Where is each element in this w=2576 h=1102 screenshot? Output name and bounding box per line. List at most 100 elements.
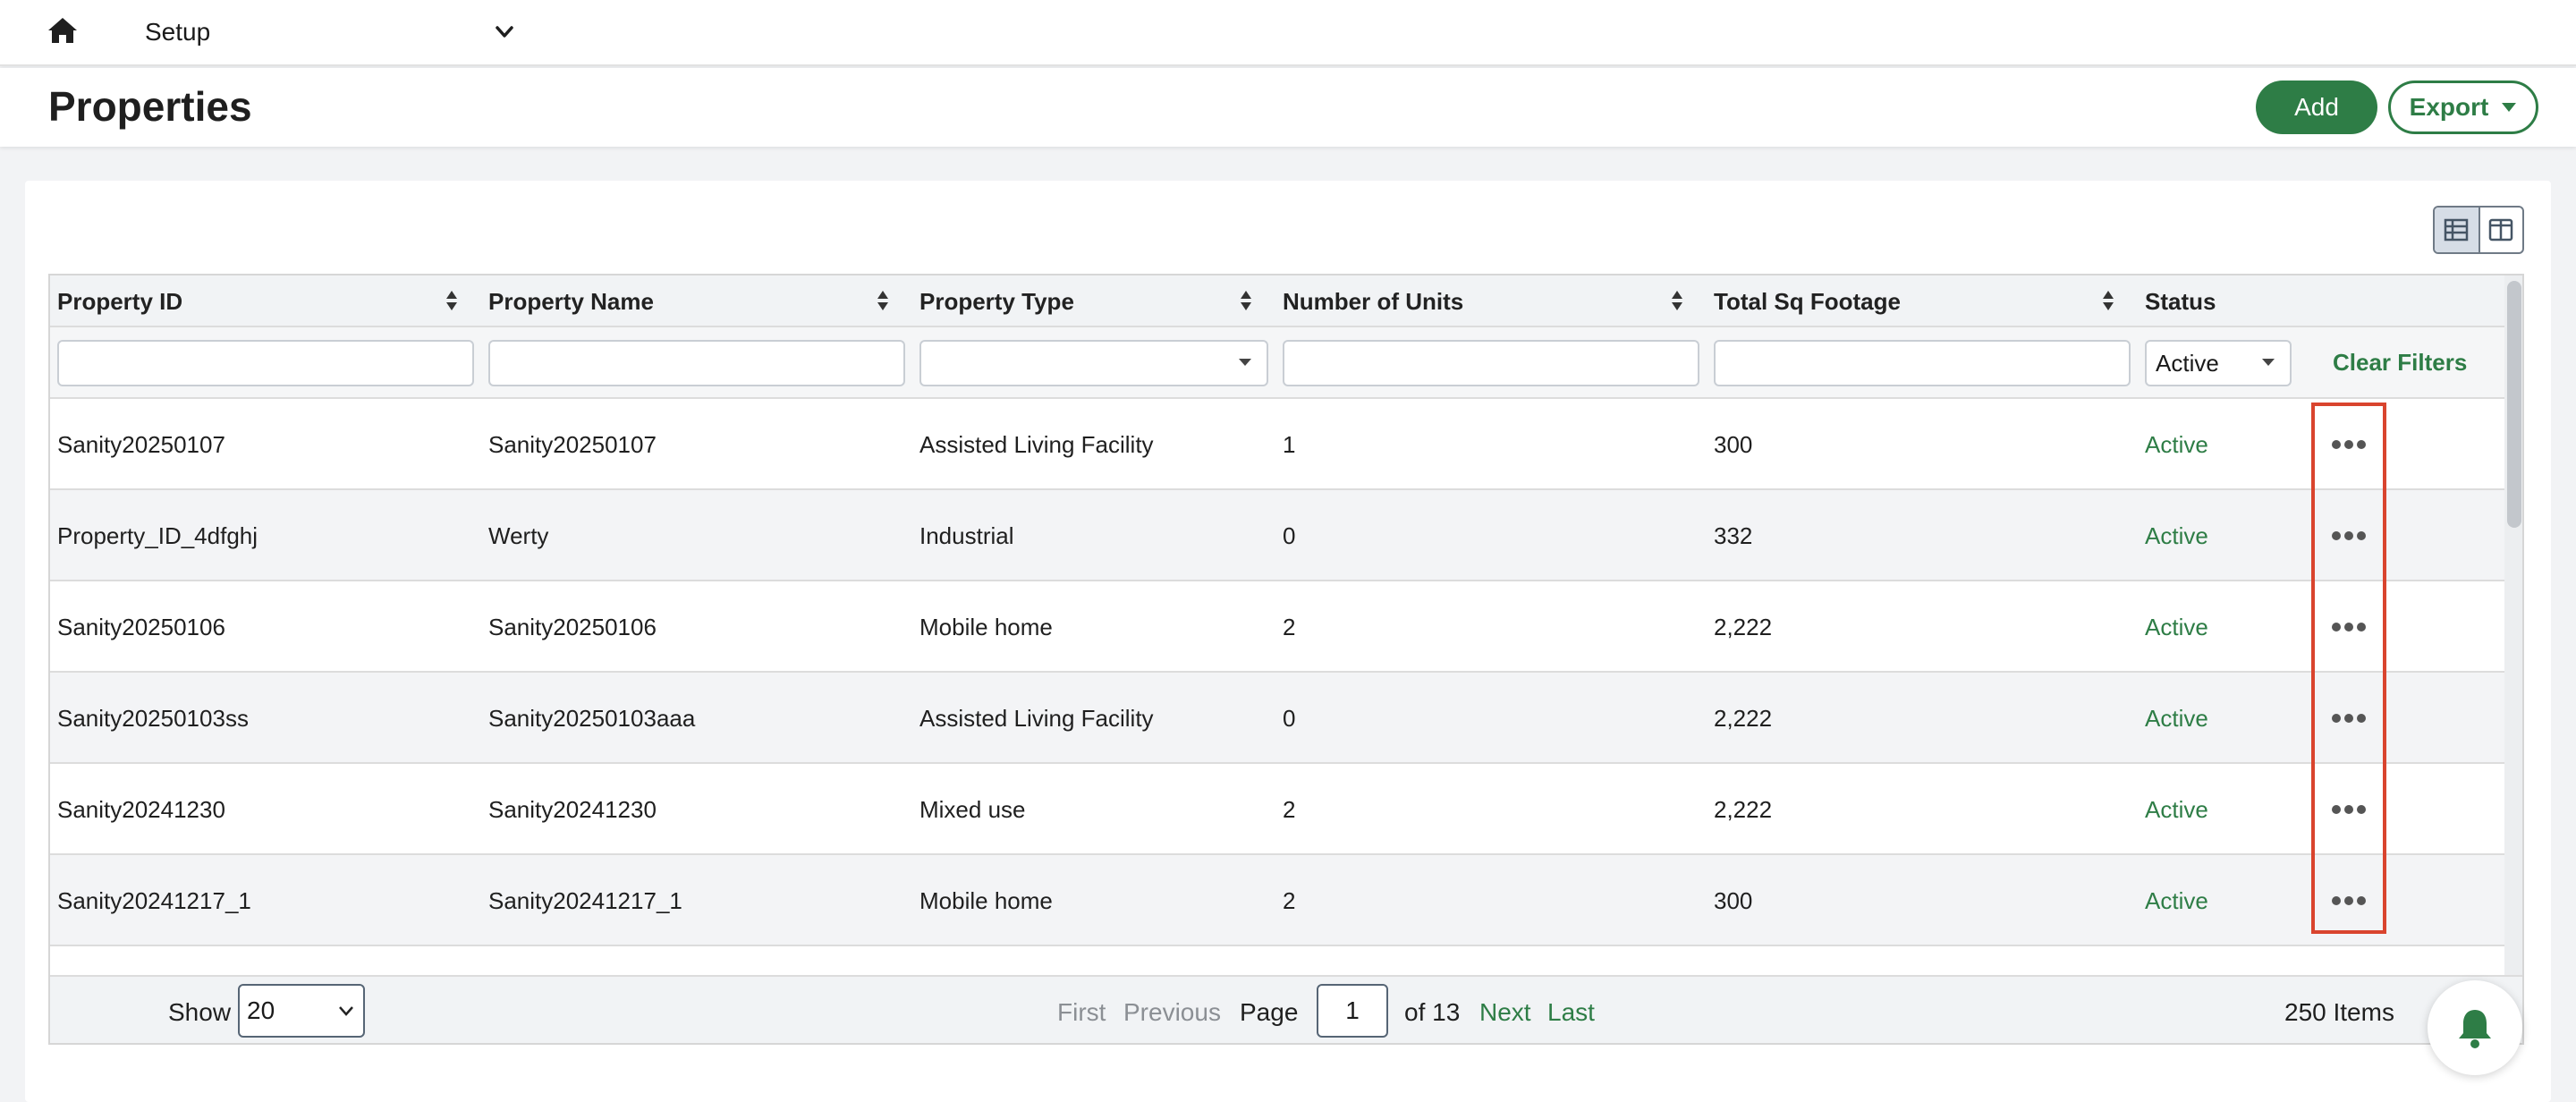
page-number-value: 1 [1345,996,1360,1024]
cell-property-type: Mobile home [919,886,1053,914]
cell-property-name: Sanity20250107 [488,430,657,458]
caret-down-icon [2262,359,2275,366]
sort-icon[interactable] [445,290,458,311]
page-title: Properties [48,83,252,130]
page-size-value: 20 [247,996,275,1024]
home-icon[interactable] [47,16,79,47]
cell-number-of-units: 2 [1283,886,1296,914]
column-header-number-of-units[interactable]: Number of Units [1283,276,1463,327]
page-count: of 13 [1404,998,1461,1026]
number-of-units-filter-input[interactable] [1283,340,1699,386]
property-name-filter-input[interactable] [488,340,905,386]
notification-button[interactable] [2428,980,2522,1075]
cell-property-name: Werty [488,521,549,549]
more-horizontal-icon[interactable] [2329,614,2368,640]
more-horizontal-icon[interactable] [2329,887,2368,914]
previous-page-link[interactable]: Previous [1123,998,1221,1027]
property-type-filter-select[interactable] [919,340,1268,386]
cell-number-of-units: 0 [1283,704,1296,732]
cell-status: Active [2145,795,2208,823]
page-header: Properties Add Export [0,68,2576,147]
table-row[interactable]: Property_ID_4dfghj Werty Industrial 0 33… [50,490,2504,581]
next-page-link[interactable]: Next [1479,998,1531,1027]
cell-number-of-units: 0 [1283,521,1296,549]
cell-status: Active [2145,521,2208,549]
split-view-icon[interactable] [2478,208,2522,252]
cell-total-sq-footage: 332 [1714,521,1753,549]
cell-property-name: Sanity20250106 [488,613,657,640]
setup-label: Setup [145,18,211,46]
sort-icon[interactable] [1671,290,1683,311]
cell-property-id: Sanity20250107 [57,430,225,458]
top-bar: Setup [0,0,2576,66]
cell-total-sq-footage: 2,222 [1714,613,1773,640]
cell-property-type: Assisted Living Facility [919,704,1154,732]
chevron-down-icon [496,26,513,38]
cell-property-type: Mobile home [919,613,1053,640]
more-horizontal-icon[interactable] [2329,705,2368,732]
cell-property-name: Sanity20241230 [488,795,657,823]
cell-total-sq-footage: 2,222 [1714,795,1773,823]
page-size-select[interactable]: 20 [238,984,365,1038]
property-id-filter-input[interactable] [57,340,474,386]
column-header-property-name[interactable]: Property Name [488,276,654,327]
cell-status: Active [2145,886,2208,914]
status-filter-select[interactable]: Active [2145,340,2292,386]
cell-number-of-units: 2 [1283,613,1296,640]
column-header-property-id[interactable]: Property ID [57,276,182,327]
table-row[interactable]: Sanity20241230 Sanity20241230 Mixed use … [50,764,2504,855]
table-header: Property ID Property Name Property Type … [50,276,2504,327]
table-view-icon[interactable] [2435,208,2479,252]
chevron-down-icon [339,1006,353,1016]
cell-property-name: Sanity20250103aaa [488,704,696,732]
cell-property-id: Sanity20250103ss [57,704,249,732]
setup-dropdown[interactable]: Setup [145,13,521,52]
table-row[interactable]: Sanity20241217_1 Sanity20241217_1 Mobile… [50,855,2504,946]
table-row[interactable]: Sanity20250106 Sanity20250106 Mobile hom… [50,581,2504,673]
last-page-link[interactable]: Last [1547,998,1595,1027]
filter-row: Active Clear Filters [50,327,2504,399]
caret-down-icon [1239,359,1251,366]
properties-table: Property ID Property Name Property Type … [48,274,2524,1045]
bell-icon [2459,1010,2491,1048]
column-header-total-sq-footage[interactable]: Total Sq Footage [1714,276,1901,327]
cell-total-sq-footage: 300 [1714,430,1753,458]
cell-property-id: Sanity20241217_1 [57,886,251,914]
column-header-status: Status [2145,287,2216,315]
export-label: Export [2409,93,2489,121]
caret-down-icon [2502,103,2517,112]
cell-status: Active [2145,704,2208,732]
more-horizontal-icon[interactable] [2329,796,2368,823]
cell-property-id: Property_ID_4dfghj [57,521,258,549]
sort-icon[interactable] [2102,290,2114,311]
item-count: 250 Items [2284,998,2394,1026]
page-number-input[interactable]: 1 [1317,984,1388,1038]
cell-number-of-units: 1 [1283,430,1296,458]
column-header-property-type[interactable]: Property Type [919,276,1074,327]
status-filter-value: Active [2156,349,2219,377]
show-label: Show [168,998,232,1026]
total-sq-footage-filter-input[interactable] [1714,340,2131,386]
export-button[interactable]: Export [2388,81,2538,134]
cell-number-of-units: 2 [1283,795,1296,823]
cell-status: Active [2145,430,2208,458]
cell-status: Active [2145,613,2208,640]
scrollbar-thumb[interactable] [2507,281,2521,528]
cell-property-id: Sanity20250106 [57,613,225,640]
table-row[interactable]: Sanity20250103ss Sanity20250103aaa Assis… [50,673,2504,764]
view-toggle [2433,206,2524,254]
clear-filters-button[interactable]: Clear Filters [2333,349,2467,377]
cell-property-name: Sanity20241217_1 [488,886,682,914]
cell-property-type: Assisted Living Facility [919,430,1154,458]
sort-icon[interactable] [1240,290,1252,311]
more-horizontal-icon[interactable] [2329,522,2368,549]
add-button[interactable]: Add [2256,81,2377,134]
vertical-scrollbar[interactable] [2504,276,2522,975]
first-page-link[interactable]: First [1057,998,1106,1027]
cell-total-sq-footage: 300 [1714,886,1753,914]
pagination-bar: Show 20 First Previous Page 1 of 13 Next… [50,975,2522,1043]
more-horizontal-icon[interactable] [2329,431,2368,458]
cell-property-id: Sanity20241230 [57,795,225,823]
sort-icon[interactable] [877,290,889,311]
table-row[interactable]: Sanity20250107 Sanity20250107 Assisted L… [50,399,2504,490]
